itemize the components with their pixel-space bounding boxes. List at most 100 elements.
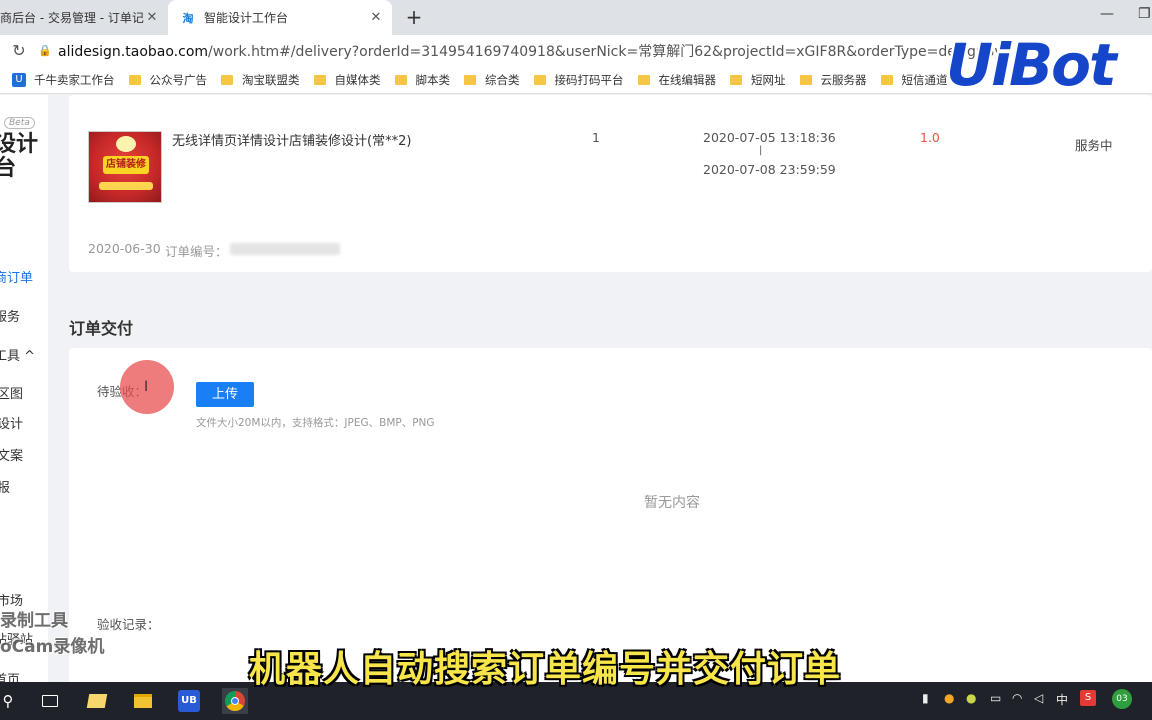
tray-app-icon[interactable]: ● <box>944 691 954 705</box>
tab-title: 商后台 - 交易管理 - 订单记录 <box>0 11 144 25</box>
folder-icon <box>533 74 546 85</box>
bookmark-item[interactable]: 短网址 <box>730 72 786 88</box>
bookmark-label: 短信通道 <box>901 72 948 87</box>
bookmark-label: 公众号广告 <box>149 72 208 87</box>
tab-design-workbench[interactable]: 淘 智能设计工作台 ✕ <box>168 0 392 35</box>
tab-order-records[interactable]: 商后台 - 交易管理 - 订单记录 ✕ <box>0 0 168 35</box>
upload-hint: 文件大小20M以内，支持格式：JPEG、BMP、PNG <box>196 417 435 429</box>
tab-title: 智能设计工作台 <box>204 11 289 25</box>
bookmark-label: 短网址 <box>751 72 786 87</box>
folder-icon <box>394 74 407 85</box>
folder-icon <box>880 74 893 85</box>
sidebar: Beta 设计 台 商订单 服务 工具 ^ 区图 设计 文案 报 市场 站驿站 … <box>0 95 48 682</box>
thumbnail-decoration <box>116 136 136 152</box>
bookmark-label: 云服务器 <box>820 72 867 87</box>
order-thumbnail[interactable]: 店铺装修 <box>88 131 162 203</box>
sidebar-item-report[interactable]: 报 <box>0 477 10 496</box>
order-status: 服务中 <box>1075 138 1113 153</box>
sidebar-item-orders[interactable]: 商订单 <box>0 267 33 286</box>
battery-icon[interactable]: ▭ <box>990 691 1001 705</box>
bookmark-item[interactable]: 淘宝联盟类 <box>221 72 300 88</box>
bookmark-item[interactable]: 短信通道 <box>880 72 948 88</box>
video-subtitle: 机器人自动搜索订单编号并交付订单 <box>249 649 842 690</box>
order-start-time: 2020-07-05 13:18:36 <box>703 130 836 145</box>
bookmark-item[interactable]: 综合类 <box>464 72 520 88</box>
uibot-app-icon[interactable]: UB <box>176 688 202 714</box>
folder-icon <box>313 74 326 85</box>
watermark-line: 录制工具 <box>0 611 68 631</box>
search-icon[interactable]: ⚲ <box>0 688 16 714</box>
lock-icon[interactable]: 🔒 <box>38 44 58 57</box>
logo-line: 设计 <box>0 132 39 157</box>
bookmark-item[interactable]: U 千牛卖家工作台 <box>12 72 115 88</box>
folder-icon <box>799 74 812 85</box>
order-title[interactable]: 无线详情页详情设计店铺装修设计(常**2) <box>172 130 411 149</box>
url-path: /work.htm#/delivery?orderId=314954169740… <box>208 43 998 60</box>
page-content: Beta 设计 台 商订单 服务 工具 ^ 区图 设计 文案 报 市场 站驿站 … <box>0 95 1152 682</box>
bookmark-label: 在线编辑器 <box>658 72 717 87</box>
new-tab-icon[interactable]: + <box>402 6 426 30</box>
notes-app-icon[interactable] <box>84 688 110 714</box>
bookmark-item[interactable]: 接码打码平台 <box>533 72 624 88</box>
address-bar[interactable]: alidesign.taobao.com/work.htm#/delivery?… <box>58 41 998 61</box>
bookmark-label: 千牛卖家工作台 <box>34 72 115 87</box>
order-number-label: 订单编号： <box>165 244 228 259</box>
tray-app-icon[interactable]: ▮ <box>922 691 929 705</box>
text-cursor-icon: I <box>144 379 149 395</box>
maximize-icon[interactable]: ❐ <box>1138 6 1151 22</box>
ime-indicator[interactable]: 中 <box>1056 691 1068 708</box>
bookmark-item[interactable]: 脚本类 <box>394 72 451 88</box>
recorder-watermark: 录制工具 oCam录像机 <box>0 608 104 660</box>
time-separator: | <box>759 145 763 156</box>
order-quantity: 1 <box>592 130 600 145</box>
sidebar-item-tools[interactable]: 工具 ^ <box>0 345 35 364</box>
bookmark-item[interactable]: 自媒体类 <box>313 72 381 88</box>
sidebar-item-design[interactable]: 设计 <box>0 413 23 432</box>
bookmark-label: 接码打码平台 <box>554 72 624 87</box>
uibot-logo: UiBot <box>946 31 1117 99</box>
bookmark-item[interactable]: 云服务器 <box>799 72 867 88</box>
bookmark-item[interactable]: 公众号广告 <box>128 72 208 88</box>
sidebar-item-service[interactable]: 服务 <box>0 306 20 325</box>
logo-line: 台 <box>0 156 17 181</box>
close-icon[interactable]: ✕ <box>368 10 384 25</box>
sogou-input-icon[interactable]: S <box>1080 690 1096 706</box>
notification-badge[interactable]: 03 <box>1112 689 1132 709</box>
upload-button[interactable]: 上传 <box>196 382 254 407</box>
thumbnail-badge: 店铺装修 <box>103 156 149 174</box>
folder-icon <box>128 74 141 85</box>
reload-icon[interactable]: ↻ <box>0 41 38 60</box>
bookmark-label: 自媒体类 <box>334 72 381 87</box>
close-icon[interactable]: ✕ <box>144 10 160 25</box>
order-card: 店铺装修 无线详情页详情设计店铺装修设计(常**2) 1 2020-07-05 … <box>69 95 1152 272</box>
folder-icon <box>637 74 650 85</box>
file-explorer-icon[interactable] <box>130 688 156 714</box>
sidebar-item-copywriting[interactable]: 文案 <box>0 445 23 464</box>
chrome-icon[interactable] <box>222 688 248 714</box>
bookmark-label: 综合类 <box>485 72 520 87</box>
order-end-time: 2020-07-08 23:59:59 <box>703 162 836 177</box>
empty-state: 暂无内容 <box>644 495 700 511</box>
qianniu-app-icon: U <box>12 72 26 87</box>
order-number-blurred <box>230 243 340 255</box>
order-date: 2020-06-30 <box>88 241 161 256</box>
bookmark-item[interactable]: 在线编辑器 <box>637 72 717 88</box>
wifi-icon[interactable]: ◠ <box>1012 691 1022 705</box>
minimize-icon[interactable]: — <box>1100 6 1114 22</box>
taobao-favicon-icon: 淘 <box>182 11 194 25</box>
bookmark-label: 脚本类 <box>415 72 451 87</box>
folder-icon <box>730 74 742 85</box>
sidebar-item-home[interactable]: 首页 <box>0 669 20 682</box>
folder-icon <box>221 74 233 85</box>
url-host: alidesign.taobao.com <box>58 43 209 60</box>
tray-app-icon[interactable]: ● <box>966 691 976 705</box>
sidebar-item-market[interactable]: 市场 <box>0 590 23 609</box>
task-view-icon[interactable] <box>38 688 62 714</box>
thumbnail-decoration <box>99 182 153 190</box>
order-price: 1.0 <box>920 130 940 145</box>
volume-icon[interactable]: ◁ <box>1034 691 1043 705</box>
sidebar-item-image[interactable]: 区图 <box>0 383 23 402</box>
beta-badge: Beta <box>4 117 35 129</box>
folder-icon <box>464 74 476 85</box>
delivery-section-title: 订单交付 <box>69 319 134 338</box>
